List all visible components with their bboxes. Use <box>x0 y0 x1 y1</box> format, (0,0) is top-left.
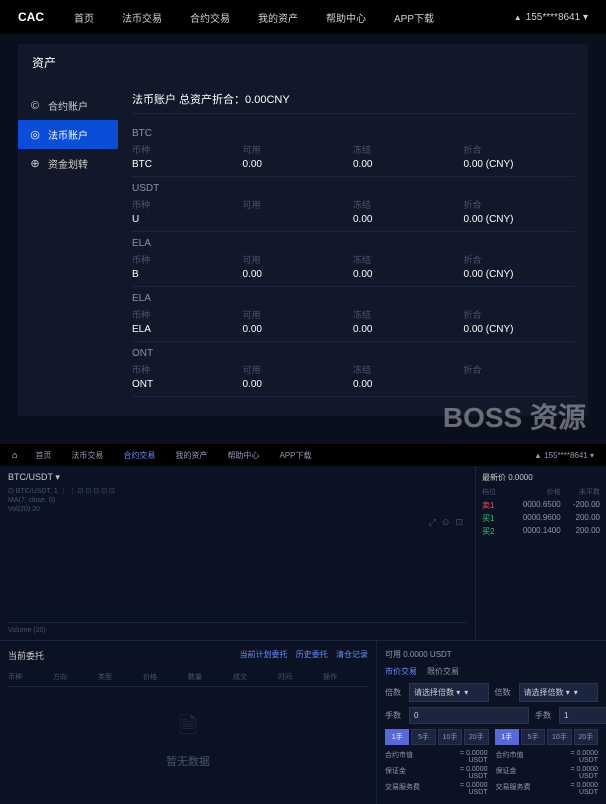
user-menu-2[interactable]: ▲ 155****8641 ▾ <box>534 451 594 460</box>
orders-panel: 当前委托 当前计划委托 历史委托 清仓记录 币种方向类型价格数量成交时间操作 🗎… <box>0 641 376 804</box>
asset-block: ELA 币种B 可用0.00 冻结0.00 折合0.00 (CNY) <box>132 232 574 287</box>
orderbook-panel: 最新价 0.0000 档位 价格 未平数 卖10000.6500-200.00买… <box>476 466 606 640</box>
expand-icon[interactable]: ⤢ <box>429 517 436 528</box>
tab-market[interactable]: 市价交易 <box>385 666 417 677</box>
assets-content: © 合约账户 ◎ 法币账户 ⊕ 资金划转 法币账户 总资产折合：0.00CNY … <box>18 81 588 416</box>
nav-home[interactable]: 首页 <box>74 10 94 25</box>
qty-presets-buy: 1手 5手 10手 20手 <box>385 729 489 745</box>
bottom-section: 当前委托 当前计划委托 历史委托 清仓记录 币种方向类型价格数量成交时间操作 🗎… <box>0 640 606 804</box>
fiat-icon: ◎ <box>28 128 42 142</box>
chart-indicator-ma: MA(7, close, 0) <box>8 497 467 504</box>
qty-label: 手数 <box>385 710 405 721</box>
trade-tabs: 市价交易 限价交易 <box>385 666 598 677</box>
logo: CAC <box>18 10 44 24</box>
chart-canvas[interactable]: ⤢ ⊙ ⊡ <box>8 515 467 623</box>
sidebar-item-label: 法币账户 <box>48 127 88 142</box>
chart-volume-label: Volume (20) <box>8 623 467 634</box>
sidebar-item-fiat[interactable]: ◎ 法币账户 <box>18 120 118 149</box>
contract-icon: © <box>28 99 42 113</box>
logo-2: ⌂ <box>12 450 17 460</box>
nav-contract[interactable]: 合约交易 <box>190 10 230 25</box>
watermark: BOSS 资源 <box>0 396 606 436</box>
chart-pair[interactable]: BTC/USDT ▾ <box>8 472 467 483</box>
top-header: CAC 首页 法币交易 合约交易 我的资产 帮助中心 APP下载 155****… <box>0 0 606 34</box>
fee-info: 合约市值= 0.0000 USDT 合约市值= 0.0000 USDT 保证金=… <box>385 750 598 796</box>
preset-10b[interactable]: 10手 <box>547 729 571 745</box>
asset-block: ONT 币种ONT 可用0.00 冻结0.00 折合 <box>132 342 574 397</box>
empty-icon: 🗎 <box>8 709 368 747</box>
trading-nav: 首页 法币交易 合约交易 我的资产 帮助中心 APP下载 <box>35 450 534 461</box>
nav2-help[interactable]: 帮助中心 <box>227 450 259 461</box>
asset-title: ELA <box>132 238 574 249</box>
qty-label-2: 手数 <box>535 710 555 721</box>
available-balance: 可用 0.0000 USDT <box>385 649 598 660</box>
nav-fiat[interactable]: 法币交易 <box>122 10 162 25</box>
orders-title: 当前委托 当前计划委托 历史委托 清仓记录 <box>8 649 368 662</box>
qty-input-sell[interactable] <box>559 707 606 724</box>
preset-1b[interactable]: 1手 <box>495 729 519 745</box>
asset-title: ONT <box>132 348 574 359</box>
main-nav: 首页 法币交易 合约交易 我的资产 帮助中心 APP下载 <box>74 10 514 25</box>
sidebar-item-contract[interactable]: © 合约账户 <box>18 91 118 120</box>
nav-help[interactable]: 帮助中心 <box>326 10 366 25</box>
sidebar-item-label: 资金划转 <box>48 156 88 171</box>
preset-1[interactable]: 1手 <box>385 729 409 745</box>
chart-panel: BTC/USDT ▾ ⊡ BTC/USDT, 1 ⋮ ⋮ ⊡ ⊡ ⊡ ⊡ ⊡ M… <box>0 466 476 640</box>
chart-toolbar[interactable]: ⊡ BTC/USDT, 1 ⋮ ⋮ ⊡ ⊡ ⊡ ⊡ ⊡ <box>8 487 467 495</box>
asset-title: BTC <box>132 128 574 139</box>
orderbook-row[interactable]: 买20000.1400200.00 <box>482 525 600 538</box>
nav-app[interactable]: APP下载 <box>394 10 434 25</box>
asset-title: ELA <box>132 293 574 304</box>
transfer-icon: ⊕ <box>28 157 42 171</box>
preset-5b[interactable]: 5手 <box>521 729 545 745</box>
qty-presets-sell: 1手 5手 10手 20手 <box>495 729 599 745</box>
preset-10[interactable]: 10手 <box>438 729 462 745</box>
orders-columns: 币种方向类型价格数量成交时间操作 <box>8 668 368 687</box>
camera-icon[interactable]: ⊡ <box>455 517 463 528</box>
link-plan-orders[interactable]: 当前计划委托 <box>240 650 288 659</box>
leverage-select-sell[interactable]: 请选择倍数 ▾ <box>519 683 599 702</box>
nav2-home[interactable]: 首页 <box>35 450 51 461</box>
trading-body: BTC/USDT ▾ ⊡ BTC/USDT, 1 ⋮ ⋮ ⊡ ⊡ ⊡ ⊡ ⊡ M… <box>0 466 606 640</box>
orderbook-title: 最新价 0.0000 <box>482 472 600 483</box>
account-summary: 法币账户 总资产折合：0.00CNY <box>132 91 574 114</box>
page-title: 资产 <box>18 44 588 81</box>
nav2-app[interactable]: APP下载 <box>279 450 311 461</box>
settings-icon[interactable]: ⊙ <box>442 517 450 528</box>
leverage-label-2: 倍数 <box>495 687 515 698</box>
asset-block: ELA 币种ELA 可用0.00 冻结0.00 折合0.00 (CNY) <box>132 287 574 342</box>
nav2-fiat[interactable]: 法币交易 <box>71 450 103 461</box>
trade-panel: 可用 0.0000 USDT 市价交易 限价交易 倍数 请选择倍数 ▾ 倍数 请… <box>376 641 606 804</box>
nav2-contract[interactable]: 合约交易 <box>123 450 155 461</box>
asset-block: BTC 币种BTC 可用0.00 冻结0.00 折合0.00 (CNY) <box>132 122 574 177</box>
orderbook-row[interactable]: 卖10000.6500-200.00 <box>482 499 600 512</box>
preset-20b[interactable]: 20手 <box>574 729 598 745</box>
asset-title: USDT <box>132 183 574 194</box>
nav-assets[interactable]: 我的资产 <box>258 10 298 25</box>
nav2-assets[interactable]: 我的资产 <box>175 450 207 461</box>
link-history[interactable]: 历史委托 <box>296 650 328 659</box>
assets-main: 法币账户 总资产折合：0.00CNY BTC 币种BTC 可用0.00 冻结0.… <box>118 81 588 416</box>
preset-5[interactable]: 5手 <box>411 729 435 745</box>
sidebar: © 合约账户 ◎ 法币账户 ⊕ 资金划转 <box>18 81 118 416</box>
user-menu[interactable]: 155****8641 ▾ <box>514 12 588 23</box>
orderbook-head: 档位 价格 未平数 <box>482 487 600 497</box>
asset-block: USDT 币种U 可用 冻结0.00 折合0.00 (CNY) <box>132 177 574 232</box>
link-close-records[interactable]: 清仓记录 <box>336 650 368 659</box>
chart-indicator-vol: Vol(20) 20 <box>8 506 467 513</box>
leverage-select-buy[interactable]: 请选择倍数 ▾ <box>409 683 489 702</box>
qty-input-buy[interactable] <box>409 707 529 724</box>
trading-section: ⌂ 首页 法币交易 合约交易 我的资产 帮助中心 APP下载 ▲ 155****… <box>0 444 606 804</box>
tab-limit[interactable]: 限价交易 <box>427 666 459 677</box>
orderbook-row[interactable]: 买10000.9600200.00 <box>482 512 600 525</box>
sidebar-item-transfer[interactable]: ⊕ 资金划转 <box>18 149 118 178</box>
leverage-label: 倍数 <box>385 687 405 698</box>
preset-20[interactable]: 20手 <box>464 729 488 745</box>
orders-empty: 🗎 暂无数据 <box>8 687 368 791</box>
trading-header: ⌂ 首页 法币交易 合约交易 我的资产 帮助中心 APP下载 ▲ 155****… <box>0 444 606 466</box>
sidebar-item-label: 合约账户 <box>48 98 88 113</box>
